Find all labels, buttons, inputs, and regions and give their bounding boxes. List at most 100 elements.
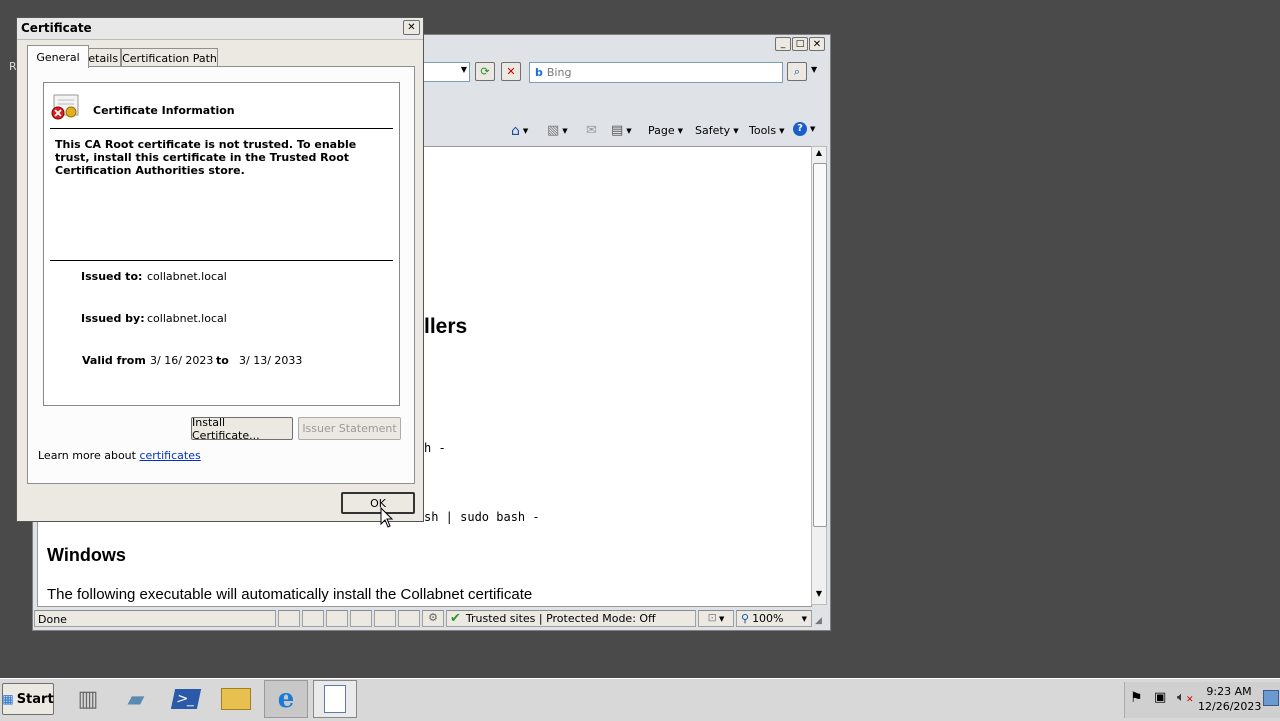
print-button[interactable]: ▤ ▼: [611, 123, 632, 138]
taskbar-certificate[interactable]: [313, 680, 357, 718]
mail-icon: ✉: [586, 123, 597, 138]
lock-icon: ⊡: [707, 611, 717, 624]
zoom-control[interactable]: ⚲ 100% ▼: [736, 610, 812, 627]
safety-menu-label: Safety: [695, 124, 731, 137]
home-button[interactable]: ⌂ ▼: [511, 123, 528, 139]
refresh-icon[interactable]: ⟳: [475, 62, 495, 81]
certificate-dialog: Certificate ✕ General Details Certificat…: [16, 17, 424, 522]
server-manager-icon: ▥: [77, 686, 99, 712]
start-label: Start: [16, 691, 54, 707]
close-icon: ✕: [407, 22, 416, 33]
divider: [50, 260, 393, 261]
status-cell: [374, 610, 396, 627]
mail-button[interactable]: ✉: [586, 123, 597, 138]
info-title: Certificate Information: [93, 104, 235, 117]
show-desktop-button[interactable]: [1263, 690, 1279, 706]
ok-button[interactable]: OK: [341, 492, 415, 514]
issued-by-label: Issued by:: [81, 312, 145, 325]
network-icon[interactable]: ▣: [1154, 690, 1170, 706]
rss-icon: ▧: [547, 123, 560, 138]
page-menu[interactable]: Page ▼: [648, 124, 683, 137]
zoom-icon: ⚲: [741, 612, 750, 625]
maximize-button[interactable]: □: [792, 37, 808, 51]
valid-to-value: 3/ 13/ 2033: [239, 354, 303, 367]
stop-icon[interactable]: ✕: [501, 62, 521, 81]
folder-icon: [221, 688, 251, 710]
bing-icon: b: [535, 66, 543, 79]
certificate-error-icon: [50, 93, 80, 121]
taskbar-powershell[interactable]: >_: [164, 680, 208, 718]
zone-options-button[interactable]: ⊡ ▼: [698, 610, 734, 627]
chevron-down-icon: ▼: [801, 614, 807, 623]
help-button[interactable]: ? ▼: [793, 122, 815, 136]
resize-grip-icon[interactable]: ◢: [815, 616, 827, 628]
section-text: The following executable will automatica…: [47, 586, 533, 603]
install-button-label: Install Certificate...: [192, 415, 260, 442]
clock-time: 9:23 AM: [1206, 685, 1252, 698]
trust-warning: This CA Root certificate is not trusted.…: [55, 138, 357, 177]
scroll-down-icon[interactable]: ▼: [813, 589, 825, 603]
valid-from-value: 3/ 16/ 2023: [150, 354, 214, 367]
issuer-statement-button: Issuer Statement: [298, 417, 401, 440]
search-options-icon[interactable]: ▼: [811, 65, 817, 74]
scrollbar-thumb[interactable]: [813, 163, 827, 527]
internet-explorer-icon: e: [277, 684, 295, 714]
address-bar[interactable]: ▼: [423, 62, 470, 82]
status-done: Done: [38, 613, 67, 626]
issued-to-label: Issued to:: [81, 270, 143, 283]
dialog-close-button[interactable]: ✕: [403, 20, 420, 35]
scroll-up-icon[interactable]: ▲: [813, 148, 825, 162]
document-icon: [324, 685, 346, 713]
taskbar-internet-explorer[interactable]: e: [264, 680, 308, 718]
taskbar-explorer[interactable]: [214, 680, 258, 718]
page-menu-label: Page: [648, 124, 675, 137]
zoom-level: 100%: [752, 612, 784, 625]
tools-menu-label: Tools: [749, 124, 777, 137]
clock[interactable]: 9:23 AM 12/26/2023: [1198, 684, 1262, 714]
code-line: h -: [424, 441, 446, 455]
windows-logo-icon: ▦: [2, 692, 14, 706]
tools-menu[interactable]: Tools ▼: [749, 124, 785, 137]
window-controls: _ □ ✕: [775, 37, 825, 51]
status-cell: [398, 610, 420, 627]
valid-from-label: Valid from: [82, 354, 146, 367]
learn-more-text: Learn more about certificates: [38, 449, 201, 462]
tab-label: General: [36, 50, 80, 64]
certificate-info-box: Certificate Information This CA Root cer…: [43, 82, 400, 406]
code-line: sh | sudo bash -: [424, 510, 540, 524]
zone-label: Trusted sites | Protected Mode: Off: [465, 612, 656, 625]
divider: [50, 128, 393, 129]
status-text: Done: [34, 610, 276, 627]
status-cell: [302, 610, 324, 627]
search-field[interactable]: b Bing: [529, 62, 783, 83]
feeds-button[interactable]: ▧ ▼: [547, 123, 568, 138]
tab-certification-path[interactable]: Certification Path: [121, 48, 218, 67]
certificates-link[interactable]: certificates: [139, 449, 200, 462]
taskbar-notepad[interactable]: ▰: [114, 680, 158, 718]
tab-panel: Certificate Information This CA Root cer…: [27, 66, 415, 484]
search-icon[interactable]: ⌕: [787, 62, 807, 81]
minimize-button[interactable]: _: [775, 37, 791, 51]
speaker-muted-icon[interactable]: 🔈︎ ✕: [1177, 690, 1194, 706]
start-button[interactable]: ▦ Start: [2, 683, 54, 715]
learn-more-label: Learn more about: [38, 449, 136, 462]
tab-general[interactable]: General: [27, 45, 89, 68]
powershell-icon: >_: [170, 689, 202, 709]
notepad-icon: ▰: [127, 686, 145, 712]
issued-by-value: collabnet.local: [147, 312, 227, 325]
flag-icon[interactable]: ⚑: [1130, 690, 1146, 706]
print-icon: ▤: [611, 123, 624, 138]
clock-date: 12/26/2023: [1198, 700, 1262, 713]
install-certificate-button[interactable]: Install Certificate...: [191, 415, 293, 442]
taskbar-server-manager[interactable]: ▥: [66, 680, 110, 718]
dialog-titlebar: Certificate ✕: [17, 18, 423, 40]
issuer-button-label: Issuer Statement: [302, 422, 397, 435]
close-button[interactable]: ✕: [809, 37, 825, 51]
safety-menu[interactable]: Safety ▼: [695, 124, 739, 137]
vertical-scrollbar[interactable]: ▲ ▼: [811, 146, 827, 605]
chevron-down-icon[interactable]: ▼: [461, 65, 467, 74]
section-heading: Windows: [47, 545, 126, 565]
protected-mode-icon[interactable]: ⚙: [422, 610, 444, 627]
status-cell: [350, 610, 372, 627]
zone-status[interactable]: ✔ Trusted sites | Protected Mode: Off: [446, 610, 696, 627]
